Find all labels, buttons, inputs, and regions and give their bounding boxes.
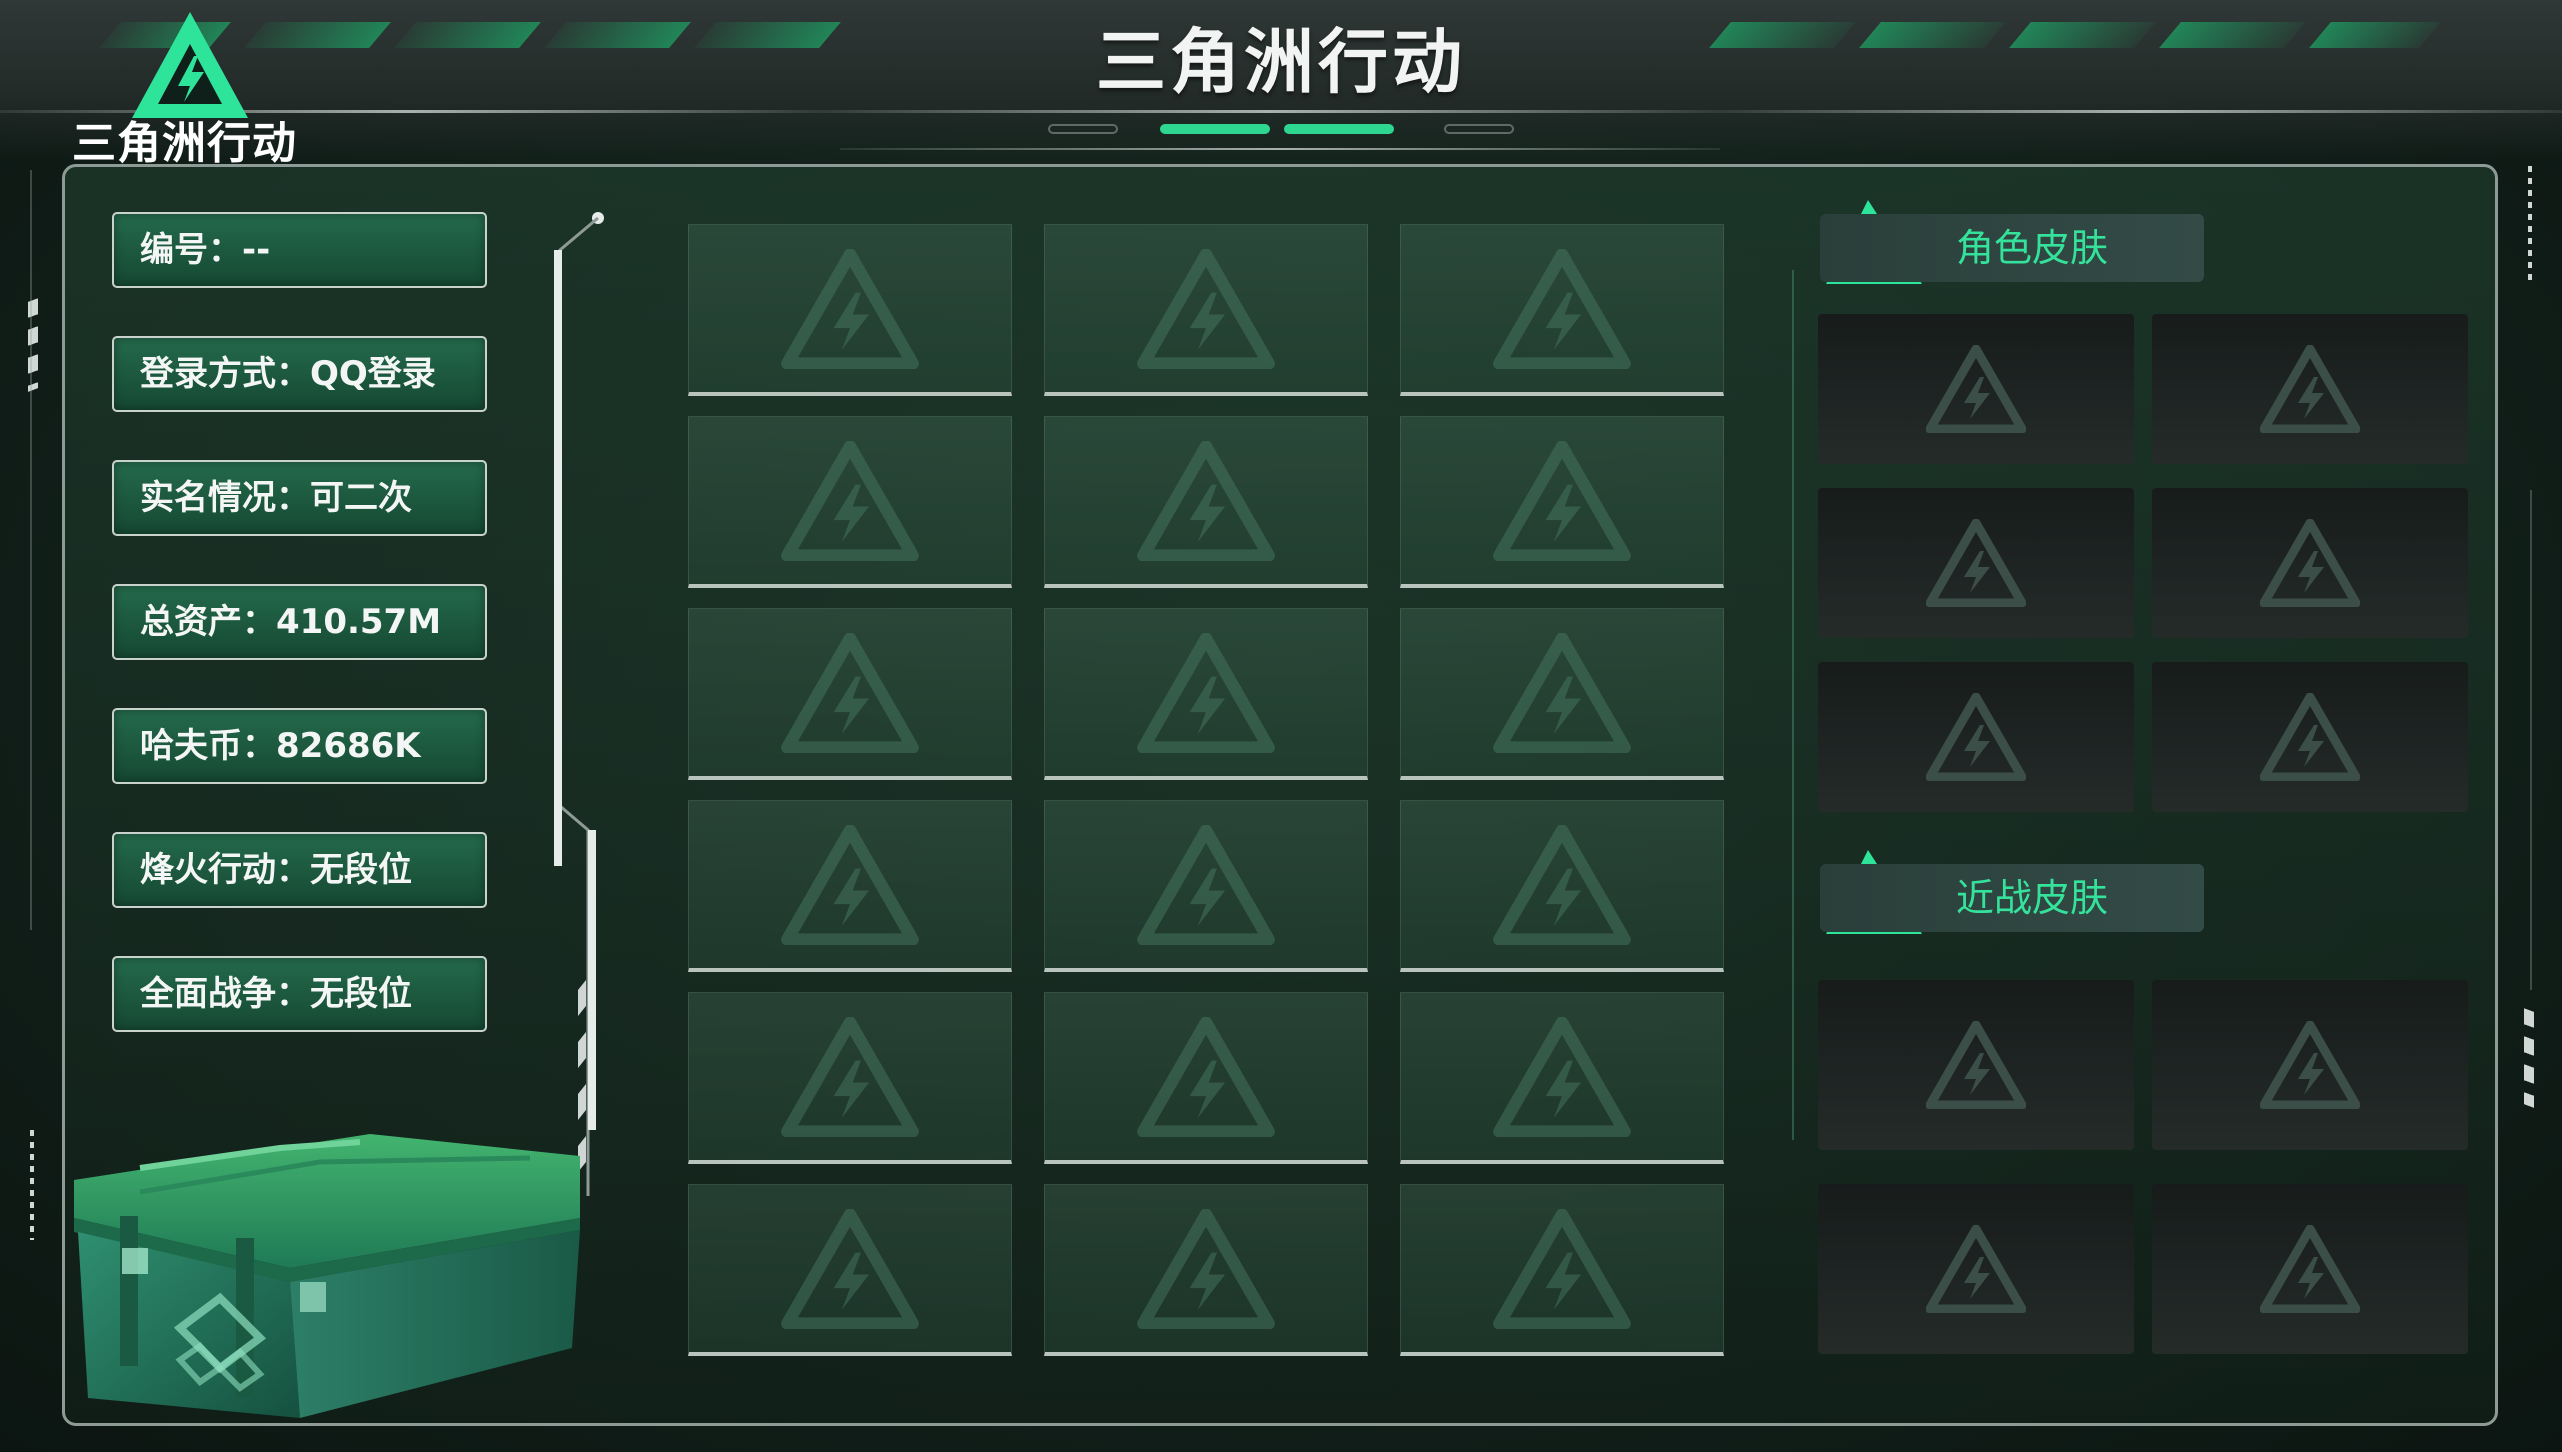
section-melee-skins: 近战皮肤 — [1820, 864, 2204, 932]
character-skin-slot[interactable] — [2152, 662, 2468, 812]
header-line-right — [1720, 110, 2562, 113]
delta-watermark-icon — [2260, 693, 2360, 781]
right-divider — [1792, 270, 1794, 1140]
header-pill-active — [1160, 124, 1270, 134]
item-slot[interactable] — [1044, 224, 1368, 396]
item-slot[interactable] — [1400, 608, 1724, 780]
item-slot[interactable] — [688, 224, 1012, 396]
delta-watermark-icon — [1926, 1225, 2026, 1313]
delta-watermark-icon — [781, 440, 919, 561]
info-login-method[interactable]: 登录方式：QQ登录 — [112, 336, 487, 412]
melee-skin-slot[interactable] — [2152, 1184, 2468, 1354]
edge-chevrons-right — [2524, 1008, 2534, 1108]
delta-watermark-icon — [1137, 248, 1275, 369]
header-pill — [1048, 124, 1118, 134]
item-slot[interactable] — [1400, 1184, 1724, 1356]
item-slot[interactable] — [1044, 1184, 1368, 1356]
header-stripe — [544, 22, 691, 48]
item-slot[interactable] — [1044, 416, 1368, 588]
delta-watermark-icon — [781, 824, 919, 945]
delta-watermark-icon — [781, 1208, 919, 1329]
item-slot[interactable] — [1044, 800, 1368, 972]
header-pill — [1444, 124, 1514, 134]
delta-watermark-icon — [1926, 519, 2026, 607]
delta-watermark-icon — [781, 632, 919, 753]
edge-line-right — [2530, 490, 2532, 990]
header-stripe — [2009, 22, 2156, 48]
header-stripe — [2159, 22, 2306, 48]
item-slot[interactable] — [1400, 416, 1724, 588]
item-slot[interactable] — [1044, 608, 1368, 780]
delta-watermark-icon — [781, 248, 919, 369]
character-skin-slot[interactable] — [1818, 314, 2134, 464]
info-total-assets[interactable]: 总资产：410.57M — [112, 584, 487, 660]
info-rank-warfare[interactable]: 全面战争：无段位 — [112, 956, 487, 1032]
delta-watermark-icon — [1493, 824, 1631, 945]
character-skin-slot[interactable] — [2152, 488, 2468, 638]
header-stripe — [1709, 22, 1856, 48]
delta-watermark-icon — [1137, 824, 1275, 945]
header-stripe — [694, 22, 841, 48]
delta-watermark-icon — [1926, 345, 2026, 433]
edge-dots-left — [30, 1130, 34, 1240]
delta-watermark-icon — [1137, 1208, 1275, 1329]
header-line-left — [0, 110, 820, 113]
melee-skin-slot[interactable] — [1818, 1184, 2134, 1354]
edge-dots-right — [2528, 166, 2532, 282]
item-slot[interactable] — [688, 800, 1012, 972]
info-rank-operations[interactable]: 烽火行动：无段位 — [112, 832, 487, 908]
character-skin-slot[interactable] — [1818, 488, 2134, 638]
section-character-skins: 角色皮肤 — [1820, 214, 2204, 282]
header-stripe — [2309, 22, 2441, 48]
header-line-lower — [840, 148, 1720, 150]
item-slot[interactable] — [1044, 992, 1368, 1164]
supply-crate-icon — [74, 1134, 580, 1418]
delta-watermark-icon — [1493, 632, 1631, 753]
delta-watermark-icon — [1137, 1016, 1275, 1137]
character-skin-slot[interactable] — [1818, 662, 2134, 812]
delta-triangle-logo-icon — [132, 12, 248, 118]
header-stripe — [1859, 22, 2006, 48]
delta-watermark-icon — [1493, 440, 1631, 561]
vertical-track-decoration — [554, 212, 604, 1196]
edge-line-left — [30, 170, 32, 930]
delta-watermark-icon — [1137, 440, 1275, 561]
delta-watermark-icon — [781, 1016, 919, 1137]
delta-watermark-icon — [2260, 1021, 2360, 1109]
delta-watermark-icon — [2260, 345, 2360, 433]
item-slot[interactable] — [1400, 224, 1724, 396]
item-slot[interactable] — [1400, 800, 1724, 972]
delta-watermark-icon — [1493, 1016, 1631, 1137]
page-title: 三角洲行动 — [1096, 21, 1466, 103]
delta-watermark-icon — [2260, 1225, 2360, 1313]
character-skin-slot[interactable] — [2152, 314, 2468, 464]
delta-watermark-icon — [1926, 693, 2026, 781]
item-slot[interactable] — [1400, 992, 1724, 1164]
melee-skin-slot[interactable] — [2152, 980, 2468, 1150]
delta-watermark-icon — [1137, 632, 1275, 753]
delta-watermark-icon — [2260, 519, 2360, 607]
item-slot[interactable] — [688, 608, 1012, 780]
delta-watermark-icon — [1926, 1021, 2026, 1109]
item-slot[interactable] — [688, 992, 1012, 1164]
info-real-name[interactable]: 实名情况：可二次 — [112, 460, 487, 536]
header-stripe — [244, 22, 391, 48]
info-haf-coin[interactable]: 哈夫币：82686K — [112, 708, 487, 784]
header-pill-active — [1284, 124, 1394, 134]
header-stripe — [394, 22, 541, 48]
delta-watermark-icon — [1493, 1208, 1631, 1329]
info-id[interactable]: 编号：-- — [112, 212, 487, 288]
delta-watermark-icon — [1493, 248, 1631, 369]
item-slot[interactable] — [688, 1184, 1012, 1356]
item-slot[interactable] — [688, 416, 1012, 588]
melee-skin-slot[interactable] — [1818, 980, 2134, 1150]
